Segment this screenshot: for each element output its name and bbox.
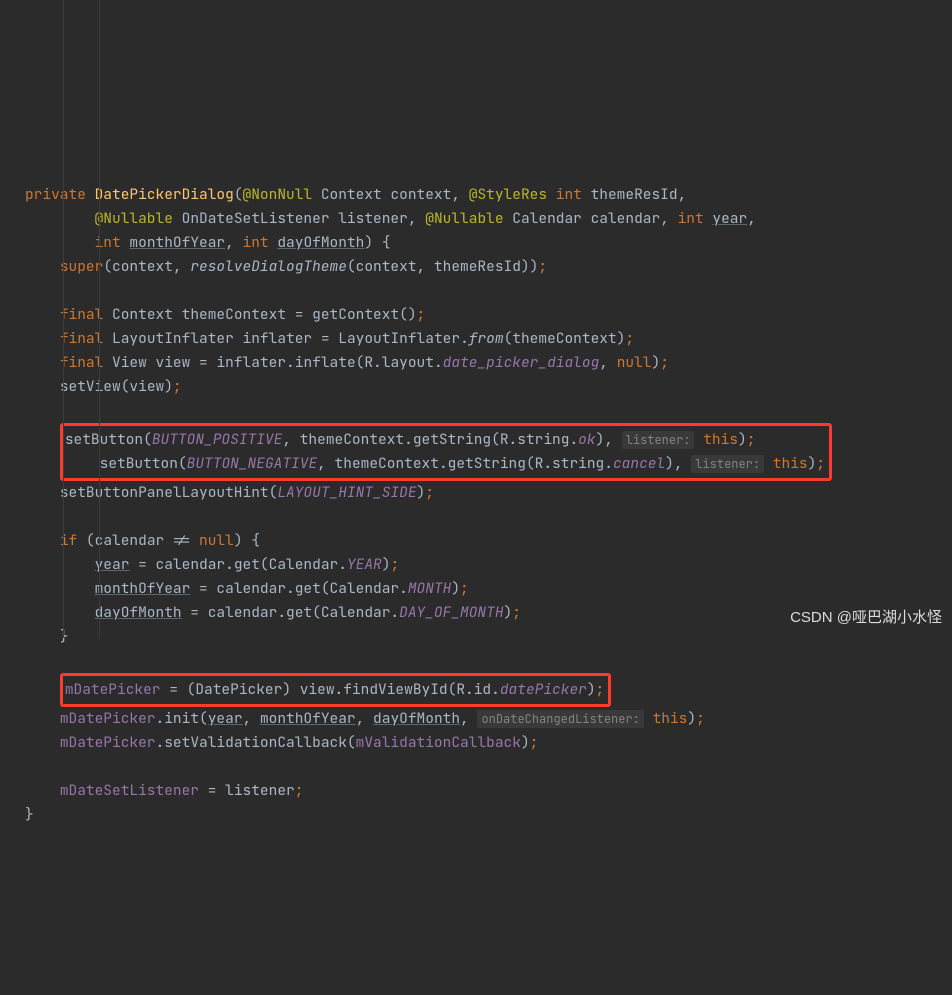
field: mValidationCallback xyxy=(356,733,521,752)
param-hint: onDateChangedListener: xyxy=(477,710,643,728)
call: inflate xyxy=(295,353,356,372)
cast: (DatePicker) xyxy=(187,680,300,699)
arg: monthOfYear xyxy=(260,709,356,728)
call: calendar.get(Calendar. xyxy=(216,579,407,598)
kw-super: super xyxy=(60,257,104,276)
const: LAYOUT_HINT_SIDE xyxy=(277,483,416,502)
call: getString xyxy=(448,454,526,473)
param: year xyxy=(712,209,747,228)
kw: this xyxy=(703,430,738,449)
param: context xyxy=(390,185,451,204)
kw: final xyxy=(60,353,104,372)
type: LayoutInflater xyxy=(338,329,460,348)
param: calendar xyxy=(591,209,661,228)
const: YEAR xyxy=(347,555,382,574)
param: dayOfMonth xyxy=(277,233,364,252)
call: from xyxy=(469,329,504,348)
param-hint: listener: xyxy=(622,431,695,449)
call: view.findViewById(R.id. xyxy=(300,680,500,699)
anno: @NonNull xyxy=(243,185,313,204)
kw: null xyxy=(617,353,652,372)
type: LayoutInflater xyxy=(112,329,234,348)
assign: = listener xyxy=(199,781,295,800)
field: mDatePicker xyxy=(60,709,156,728)
call: calendar.get(Calendar. xyxy=(208,603,399,622)
code-block: private DatePickerDialog(@NonNull Contex… xyxy=(25,183,952,827)
field: mDatePicker xyxy=(65,680,161,699)
call: setButton xyxy=(100,454,178,473)
res: datePicker xyxy=(500,680,587,699)
method-name: DatePickerDialog xyxy=(95,185,234,204)
const: MONTH xyxy=(408,579,452,598)
param-hint: listener: xyxy=(691,455,764,473)
var: monthOfYear xyxy=(95,579,191,598)
type: OnDateSetListener xyxy=(182,209,330,228)
local: view xyxy=(156,353,191,372)
local: inflater xyxy=(243,329,313,348)
const: BUTTON_POSITIVE xyxy=(152,430,283,449)
const: DAY_OF_MONTH xyxy=(399,603,503,622)
local: themeContext xyxy=(182,305,286,324)
res: ok xyxy=(578,430,595,449)
res: cancel xyxy=(613,454,665,473)
anno: @Nullable xyxy=(425,209,503,228)
type: Calendar xyxy=(512,209,582,228)
highlight-box-1: setButton(BUTTON_POSITIVE, themeContext.… xyxy=(60,423,832,481)
arg: year xyxy=(208,709,243,728)
type: Context xyxy=(321,185,382,204)
op: != xyxy=(164,531,199,550)
kw: int xyxy=(678,209,704,228)
call: getContext xyxy=(312,305,399,324)
call: setView xyxy=(60,377,121,396)
arg: dayOfMonth xyxy=(373,709,460,728)
call: .init( xyxy=(156,709,208,728)
kw: int xyxy=(556,185,582,204)
res: date_picker_dialog xyxy=(443,353,600,372)
call: setButton xyxy=(65,430,143,449)
param: monthOfYear xyxy=(129,233,225,252)
indent-guide xyxy=(63,0,64,638)
ref: R.string. xyxy=(500,430,578,449)
kw: this xyxy=(653,709,688,728)
call: .setValidationCallback( xyxy=(156,733,356,752)
kw: this xyxy=(773,454,808,473)
kw: final xyxy=(60,305,104,324)
anno: @StyleRes xyxy=(469,185,547,204)
kw: int xyxy=(243,233,269,252)
var: dayOfMonth xyxy=(95,603,182,622)
ref: R.string. xyxy=(535,454,613,473)
param: themeResId xyxy=(591,185,678,204)
field: mDateSetListener xyxy=(60,781,199,800)
kw-private: private xyxy=(25,185,86,204)
type: View xyxy=(112,353,147,372)
param: listener xyxy=(338,209,408,228)
call: setButtonPanelLayoutHint xyxy=(60,483,269,502)
call: resolveDialogTheme xyxy=(190,257,347,276)
highlight-box-2: mDatePicker = (DatePicker) view.findView… xyxy=(60,673,611,707)
indent-guide xyxy=(99,0,100,638)
anno: @Nullable xyxy=(95,209,173,228)
field: mDatePicker xyxy=(60,733,156,752)
call: calendar.get(Calendar. xyxy=(156,555,347,574)
const: BUTTON_NEGATIVE xyxy=(187,454,318,473)
type: Context xyxy=(112,305,173,324)
kw: null xyxy=(199,531,234,550)
ref: R.layout. xyxy=(364,353,442,372)
call: getString xyxy=(413,430,491,449)
kw: final xyxy=(60,329,104,348)
watermark: CSDN @哑巴湖小水怪 xyxy=(790,606,942,630)
